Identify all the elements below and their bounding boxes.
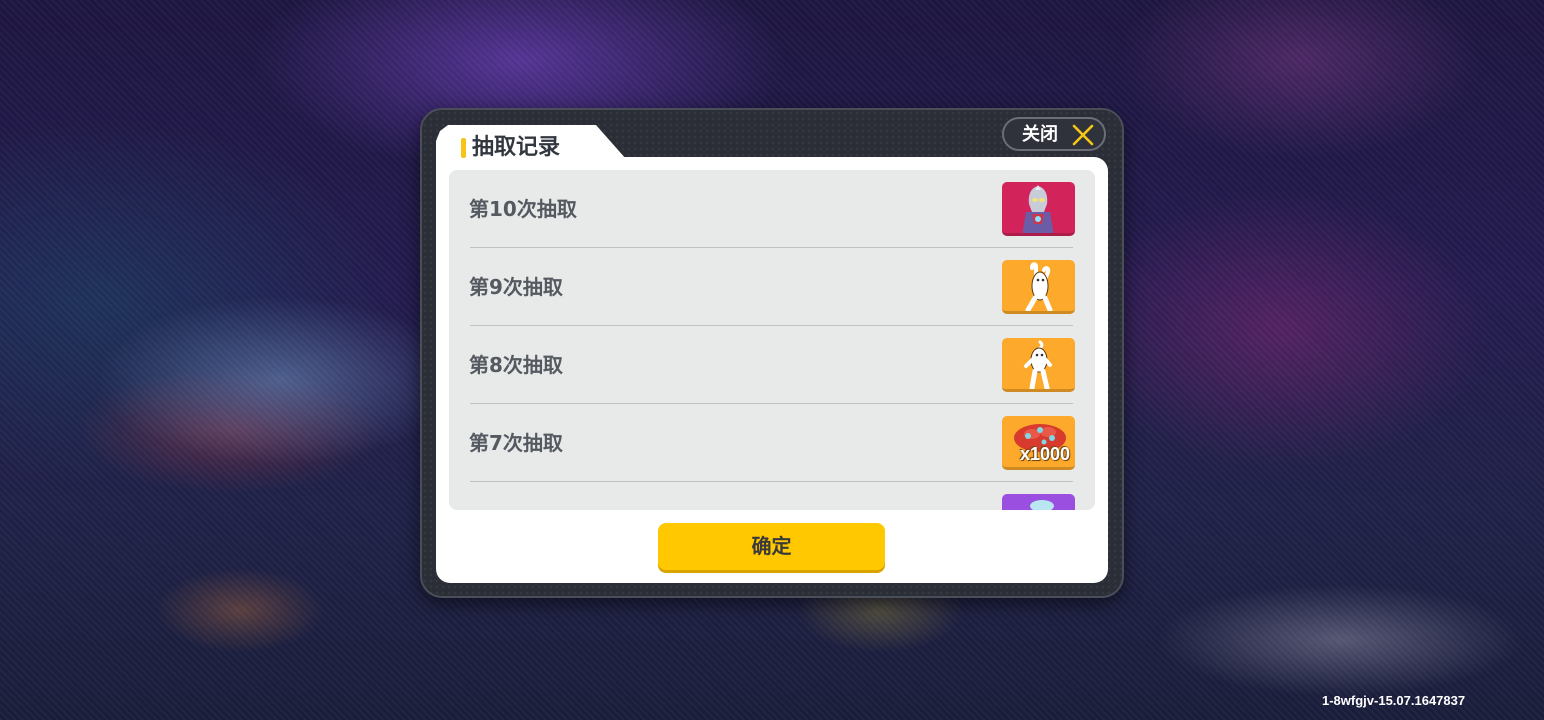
confirm-button[interactable]: 确定 (658, 523, 885, 570)
reward-quantity: x1000 (1019, 444, 1070, 464)
record-row: 第9次抽取 (449, 248, 1095, 326)
record-label: 第7次抽取 (469, 431, 563, 455)
close-label: 关闭 (1022, 124, 1058, 145)
title-accent-bar (461, 138, 466, 158)
purple-item-icon[interactable] (1002, 494, 1075, 510)
close-icon (1072, 124, 1094, 146)
record-row: 第7次抽取 x1000 (449, 404, 1095, 482)
record-label: 第10次抽取 (469, 197, 577, 221)
red-gem-pile-icon[interactable]: x1000 (1002, 416, 1075, 470)
dance-emote-icon[interactable] (1002, 260, 1075, 314)
version-label: 1-8wfgjv-15.07.1647837 (1322, 693, 1466, 708)
record-row: 第10次抽取 (449, 170, 1095, 248)
confirm-label: 确定 (751, 534, 792, 558)
record-label: 第9次抽取 (469, 275, 563, 299)
close-button[interactable]: 关闭 (1002, 117, 1106, 151)
record-row (449, 482, 1095, 510)
record-row: 第8次抽取 (449, 326, 1095, 404)
dialog-title: 抽取记录 (472, 135, 561, 160)
dance-emote-icon[interactable] (1002, 338, 1075, 392)
ultraman-figure-icon[interactable] (1002, 182, 1075, 236)
record-label: 第8次抽取 (469, 353, 563, 377)
record-list[interactable]: 第10次抽取 第9次抽取 第8次抽取 第7次抽取 x1000 (449, 170, 1095, 510)
